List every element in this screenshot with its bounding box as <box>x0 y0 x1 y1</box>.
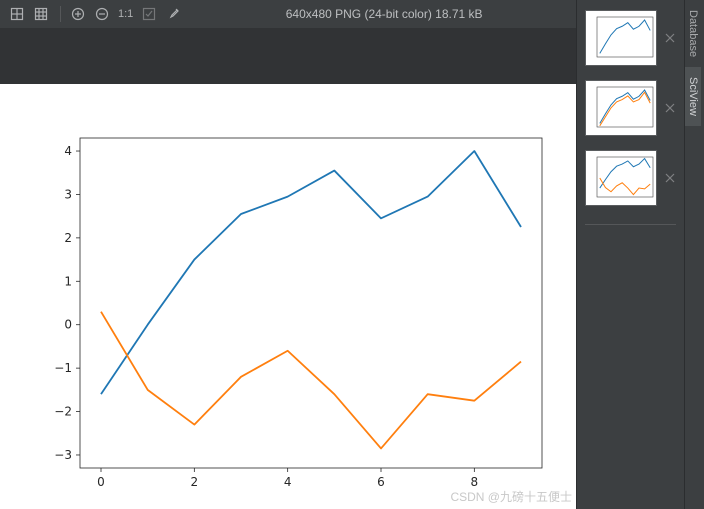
svg-text:1: 1 <box>64 274 72 288</box>
svg-text:−3: −3 <box>54 448 72 462</box>
toolbar-separator <box>60 6 61 22</box>
main-plot[interactable]: −3 −2 −1 0 1 2 3 4 0 2 4 6 8 <box>40 128 552 498</box>
thumbnail-3[interactable] <box>585 150 657 206</box>
one-to-one-button[interactable]: 1:1 <box>115 3 136 25</box>
svg-text:2: 2 <box>191 475 199 489</box>
thumbnail-2[interactable] <box>585 80 657 136</box>
svg-text:4: 4 <box>284 475 292 489</box>
close-icon[interactable] <box>663 31 677 45</box>
color-picker-icon[interactable] <box>162 3 184 25</box>
svg-text:6: 6 <box>377 475 385 489</box>
thumbnail-row <box>577 80 684 150</box>
viewer-toolbar: 1:1 640x480 PNG (24-bit color) 18.71 kB <box>0 0 582 28</box>
svg-text:−2: −2 <box>54 405 72 419</box>
svg-text:4: 4 <box>64 144 72 158</box>
zoom-in-icon[interactable] <box>67 3 89 25</box>
tab-sciview[interactable]: SciView <box>685 67 701 126</box>
thumbnails-divider <box>585 224 676 225</box>
fit-icon[interactable] <box>138 3 160 25</box>
thumbnail-row <box>577 10 684 80</box>
thumbnail-row <box>577 150 684 220</box>
svg-text:3: 3 <box>64 187 72 201</box>
svg-text:0: 0 <box>97 475 105 489</box>
canvas-area: −3−2−10123402468 CSDN @九磅十五便士 <box>0 28 576 509</box>
svg-text:8: 8 <box>471 475 479 489</box>
zoom-out-icon[interactable] <box>91 3 113 25</box>
svg-text:−1: −1 <box>54 361 72 375</box>
thumbnail-1[interactable] <box>585 10 657 66</box>
grid-icon[interactable] <box>6 3 28 25</box>
close-icon[interactable] <box>663 101 677 115</box>
close-icon[interactable] <box>663 171 677 185</box>
svg-text:2: 2 <box>64 231 72 245</box>
thumbnails-panel <box>576 0 684 509</box>
image-info-label: 640x480 PNG (24-bit color) 18.71 kB <box>186 7 582 21</box>
tab-database[interactable]: Database <box>685 0 701 67</box>
side-tabs: Database SciView <box>684 0 704 509</box>
grid-4-icon[interactable] <box>30 3 52 25</box>
svg-text:0: 0 <box>64 318 72 332</box>
